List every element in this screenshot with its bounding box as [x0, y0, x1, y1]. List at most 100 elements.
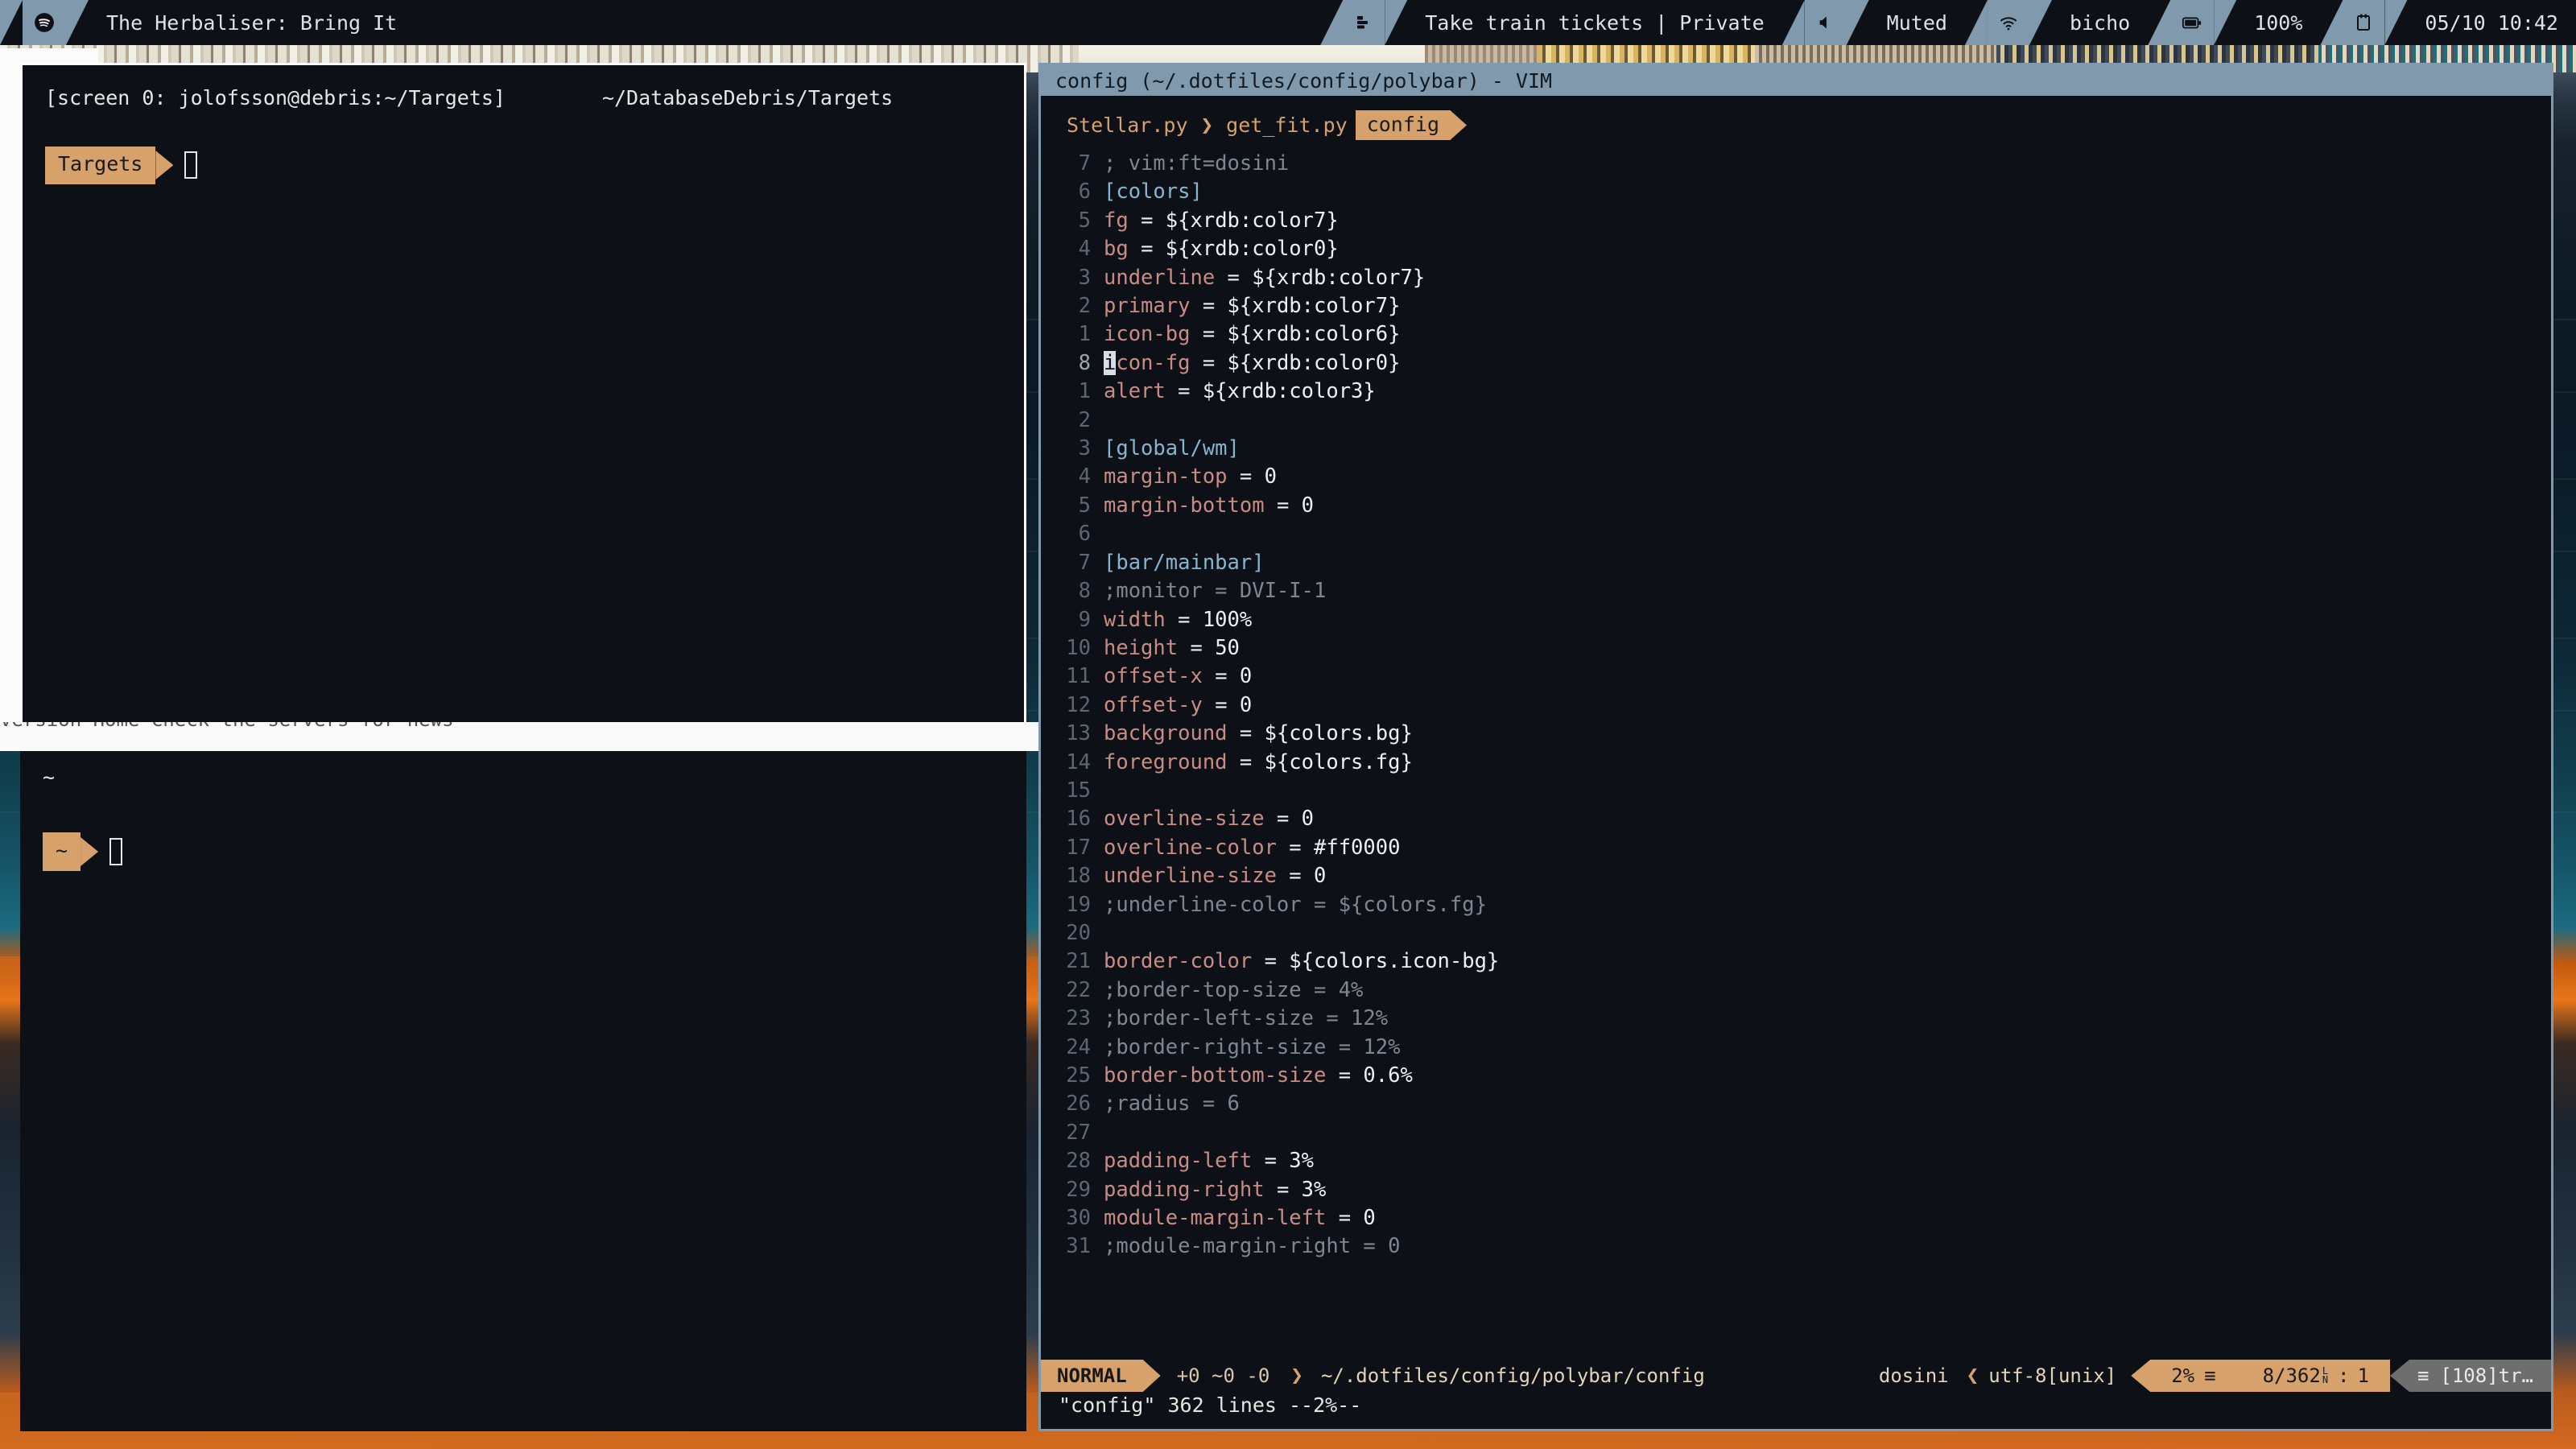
code-line[interactable]: 4bg = ${xrdb:color0} — [1041, 235, 2551, 263]
code-line[interactable]: 15 — [1041, 777, 2551, 805]
now-playing-label[interactable]: The Herbaliser: Bring It — [89, 0, 415, 45]
terminal-cursor-bottom — [109, 838, 122, 865]
vim-window[interactable]: config (~/.dotfiles/config/polybar) - VI… — [1038, 63, 2553, 1431]
wifi-icon[interactable] — [1988, 0, 2029, 45]
line-number: 20 — [1041, 919, 1104, 947]
line-number: 5 — [1041, 492, 1104, 520]
vim-command-line[interactable]: "config" 362 lines --2%-- — [1041, 1393, 2551, 1424]
code-line[interactable]: 20 — [1041, 919, 2551, 947]
code-line[interactable]: 22;border-top-size = 4% — [1041, 976, 2551, 1005]
tasks-icon[interactable] — [1343, 0, 1385, 45]
code-line[interactable]: 28padding-left = 3% — [1041, 1147, 2551, 1175]
breadcrumb-item-stellar[interactable]: Stellar.py — [1059, 114, 1196, 137]
volume-mute-icon[interactable] — [1805, 0, 1847, 45]
code-line[interactable]: 18underline-size = 0 — [1041, 862, 2551, 890]
config-value: = ${xrdb:color3} — [1178, 379, 1376, 403]
code-line[interactable]: 6[colors] — [1041, 178, 2551, 206]
code-line[interactable]: 14foreground = ${colors.fg} — [1041, 749, 2551, 777]
code-line-text: icon-fg = ${xrdb:color0} — [1104, 349, 2551, 378]
line-number: 15 — [1041, 777, 1104, 805]
config-value: = 0 — [1240, 464, 1277, 489]
code-line[interactable]: 5fg = ${xrdb:color7} — [1041, 207, 2551, 235]
code-line-text: padding-left = 3% — [1104, 1147, 2551, 1175]
code-line[interactable]: 7[bar/mainbar] — [1041, 549, 2551, 577]
code-line[interactable]: 9width = 100% — [1041, 606, 2551, 634]
polybar-slant-before-wifi — [1965, 0, 1988, 45]
config-value: = 0 — [1289, 864, 1326, 888]
code-line[interactable]: 29padding-right = 3% — [1041, 1176, 2551, 1204]
code-line[interactable]: 7; vim:ft=dosini — [1041, 150, 2551, 178]
code-line[interactable]: 13background = ${colors.bg} — [1041, 720, 2551, 748]
code-line[interactable]: 23;border-left-size = 12% — [1041, 1005, 2551, 1033]
shell-prompt-bottom[interactable]: ~ — [43, 832, 1004, 871]
editor-cursor: i — [1104, 351, 1116, 375]
code-line-text: ;underline-color = ${colors.fg} — [1104, 891, 2551, 919]
code-line[interactable]: 2primary = ${xrdb:color7} — [1041, 292, 2551, 320]
cursor-position-status: 8/362 L N : 1 — [2234, 1360, 2390, 1392]
code-line[interactable]: 8icon-fg = ${xrdb:color0} — [1041, 349, 2551, 378]
code-editor-area[interactable]: 7; vim:ft=dosini6[colors]5fg = ${xrdb:co… — [1041, 145, 2551, 1261]
line-number: 13 — [1041, 720, 1104, 748]
clock-label[interactable]: 05/10 10:42 — [2407, 0, 2576, 45]
breadcrumb-item-config[interactable]: config — [1356, 110, 1451, 140]
status-powerline-tip-gray — [2390, 1360, 2409, 1392]
code-line[interactable]: 5margin-bottom = 0 — [1041, 492, 2551, 520]
line-number: 6 — [1041, 178, 1104, 206]
code-line-text: icon-bg = ${xrdb:color6} — [1104, 320, 2551, 349]
code-line[interactable]: 3underline = ${xrdb:color7} — [1041, 264, 2551, 292]
breadcrumb-item-getfit[interactable]: get_fit.py — [1218, 114, 1356, 137]
calendar-icon[interactable] — [2343, 0, 2384, 45]
config-value: = ${xrdb:color7} — [1141, 208, 1339, 233]
breadcrumb-powerline-tip — [1451, 111, 1467, 140]
code-line-text: bg = ${xrdb:color0} — [1104, 235, 2551, 263]
volume-label[interactable]: Muted — [1869, 0, 1965, 45]
code-line[interactable]: 1icon-bg = ${xrdb:color6} — [1041, 320, 2551, 349]
code-line[interactable]: 12offset-y = 0 — [1041, 691, 2551, 720]
prompt-segment-label: Targets — [45, 147, 155, 184]
config-value: = 100% — [1178, 608, 1252, 632]
line-number: 3 — [1041, 264, 1104, 292]
code-line[interactable]: 8;monitor = DVI-I-1 — [1041, 577, 2551, 605]
code-line[interactable]: 6 — [1041, 520, 2551, 548]
code-line[interactable]: 21border-color = ${colors.icon-bg} — [1041, 947, 2551, 976]
network-label[interactable]: bicho — [2052, 0, 2148, 45]
code-line[interactable]: 31;module-margin-right = 0 — [1041, 1232, 2551, 1261]
spotify-icon[interactable] — [23, 0, 66, 45]
shell-prompt-top[interactable]: Targets — [45, 147, 1001, 184]
code-line[interactable]: 24;border-right-size = 12% — [1041, 1034, 2551, 1062]
config-key: border-bottom-size — [1104, 1063, 1326, 1088]
battery-icon[interactable] — [2170, 0, 2214, 45]
config-value: = ${colors.icon-bg} — [1265, 949, 1500, 973]
terminal-path-text: ~/DatabaseDebris/Targets — [602, 83, 893, 114]
line-number: 31 — [1041, 1232, 1104, 1261]
code-line[interactable]: 26;radius = 6 — [1041, 1090, 2551, 1118]
code-line-text: margin-bottom = 0 — [1104, 492, 2551, 520]
terminal-window-bottom[interactable]: ~ ~ — [20, 747, 1026, 1431]
terminal-window-top[interactable]: [screen 0: jolofsson@debris:~/Targets] ~… — [20, 63, 1026, 731]
task-label[interactable]: Take train tickets | Private — [1407, 0, 1781, 45]
code-line[interactable]: 4margin-top = 0 — [1041, 463, 2551, 491]
code-line[interactable]: 10height = 50 — [1041, 634, 2551, 663]
code-line[interactable]: 11offset-x = 0 — [1041, 663, 2551, 691]
breadcrumb-separator-1: ❯ — [1196, 114, 1219, 138]
line-number: 9 — [1041, 606, 1104, 634]
prompt-powerline-tip — [155, 151, 173, 180]
code-line[interactable]: 27 — [1041, 1119, 2551, 1147]
code-line[interactable]: 3[global/wm] — [1041, 435, 2551, 463]
code-line[interactable]: 19;underline-color = ${colors.fg} — [1041, 891, 2551, 919]
battery-label[interactable]: 100% — [2236, 0, 2320, 45]
config-key: background — [1104, 721, 1228, 745]
config-key: offset-x — [1104, 664, 1203, 688]
code-line-text: overline-size = 0 — [1104, 805, 2551, 833]
code-line[interactable]: 16overline-size = 0 — [1041, 805, 2551, 833]
code-line-text: ;border-top-size = 4% — [1104, 976, 2551, 1005]
code-line[interactable]: 1alert = ${xrdb:color3} — [1041, 378, 2551, 406]
terminal-cursor-top — [184, 151, 197, 179]
line-number-glyph: L N — [2322, 1367, 2328, 1385]
code-line[interactable]: 30module-margin-left = 0 — [1041, 1204, 2551, 1232]
code-line[interactable]: 17overline-color = #ff0000 — [1041, 834, 2551, 862]
status-separator-left: ❮ — [1962, 1360, 1984, 1392]
code-line[interactable]: 25border-bottom-size = 0.6% — [1041, 1062, 2551, 1090]
background-window-strip[interactable]: version Home Check the servers for news — [0, 722, 1046, 751]
code-line[interactable]: 2 — [1041, 407, 2551, 435]
